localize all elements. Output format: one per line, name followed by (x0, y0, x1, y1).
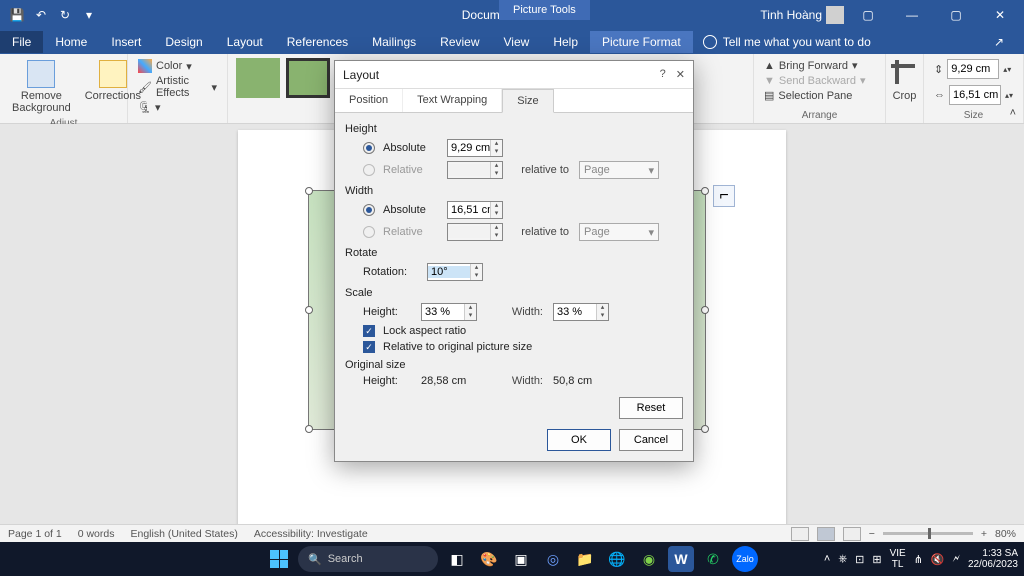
spin-up-icon[interactable]: ▴ (597, 304, 608, 312)
taskbar-search[interactable]: 🔍Search (298, 546, 438, 572)
zoom-in-icon[interactable]: + (981, 528, 987, 540)
width-absolute-input[interactable] (448, 204, 490, 216)
taskbar-app[interactable]: ▣ (508, 546, 534, 572)
lock-aspect-ratio-checkbox[interactable]: ✓ (363, 325, 375, 337)
orig-width-label: Width: (487, 375, 543, 387)
orig-width-value: 50,8 cm (553, 375, 592, 387)
absolute-label: Absolute (383, 142, 443, 154)
taskbar: 🔍Search ◧ 🎨 ▣ ◎ 📁 🌐 ◉ W ✆ Zalo ˄ ⎈ ⊡ ⊞ V… (0, 542, 1024, 576)
relative-to-label: relative to (513, 164, 569, 176)
absolute-label: Absolute (383, 204, 443, 216)
help-icon[interactable]: ? (660, 68, 666, 81)
original-size-heading: Original size (345, 355, 683, 373)
volume-icon[interactable]: 🔇 (931, 553, 945, 566)
start-button[interactable] (266, 546, 292, 572)
height-relative-input (448, 164, 490, 176)
whatsapp-icon[interactable]: ✆ (700, 546, 726, 572)
spin-down-icon[interactable]: ▾ (465, 312, 476, 320)
rotation-input[interactable] (428, 266, 470, 278)
relative-to-label: relative to (513, 226, 569, 238)
scale-width-label: Width: (487, 306, 543, 318)
page-indicator[interactable]: Page 1 of 1 (8, 528, 62, 540)
battery-icon[interactable]: 🗲 (953, 553, 960, 566)
width-absolute-radio[interactable] (363, 204, 375, 216)
zoom-level[interactable]: 80% (995, 528, 1016, 540)
scale-height-label: Height: (363, 306, 417, 318)
task-view-icon[interactable]: ◧ (444, 546, 470, 572)
scale-width-input[interactable] (554, 306, 596, 318)
tray-chevron-icon[interactable]: ˄ (824, 553, 830, 565)
clock[interactable]: 1:33 SA22/06/2023 (968, 548, 1018, 570)
relative-original-checkbox[interactable]: ✓ (363, 341, 375, 353)
word-icon[interactable]: W (668, 546, 694, 572)
width-relative-to-dropdown[interactable]: Page▾ (579, 223, 659, 241)
word-count[interactable]: 0 words (78, 528, 115, 540)
taskbar-app[interactable]: 🎨 (476, 546, 502, 572)
height-absolute-radio[interactable] (363, 142, 375, 154)
wifi-icon[interactable]: ⋔ (914, 553, 923, 566)
tab-size[interactable]: Size (502, 89, 553, 113)
cancel-button[interactable]: Cancel (619, 429, 683, 451)
taskbar-app[interactable]: ◉ (636, 546, 662, 572)
search-icon: 🔍 (308, 553, 322, 566)
spin-up-icon[interactable]: ▴ (491, 140, 502, 148)
tray-icon[interactable]: ⊞ (872, 553, 881, 566)
rotate-heading: Rotate (345, 243, 683, 261)
relative-label: Relative (383, 164, 443, 176)
tab-position[interactable]: Position (335, 89, 403, 112)
spin-up-icon[interactable]: ▴ (491, 202, 502, 210)
print-layout-icon[interactable] (817, 527, 835, 541)
scale-heading: Scale (345, 283, 683, 301)
taskbar-app[interactable]: ◎ (540, 546, 566, 572)
spin-down-icon[interactable]: ▾ (597, 312, 608, 320)
relative-original-label: Relative to original picture size (383, 341, 532, 353)
input-language[interactable]: VIETL (890, 548, 906, 570)
web-layout-icon[interactable] (843, 527, 861, 541)
scale-height-input[interactable] (422, 306, 464, 318)
statusbar: Page 1 of 1 0 words English (United Stat… (0, 524, 1024, 542)
width-heading: Width (345, 181, 683, 199)
height-relative-to-dropdown[interactable]: Page▾ (579, 161, 659, 179)
relative-label: Relative (383, 226, 443, 238)
height-absolute-input[interactable] (448, 142, 490, 154)
spin-down-icon[interactable]: ▾ (471, 272, 482, 280)
rotation-label: Rotation: (363, 266, 423, 278)
language-indicator[interactable]: English (United States) (130, 528, 237, 540)
ok-button[interactable]: OK (547, 429, 611, 451)
reset-button[interactable]: Reset (619, 397, 683, 419)
spin-down-icon[interactable]: ▾ (491, 148, 502, 156)
layout-dialog: Layout ? ✕ Position Text Wrapping Size H… (334, 60, 694, 462)
lock-aspect-label: Lock aspect ratio (383, 325, 466, 337)
tab-text-wrapping[interactable]: Text Wrapping (403, 89, 502, 112)
dialog-title: Layout (343, 68, 379, 82)
height-heading: Height (345, 119, 683, 137)
tray-icon[interactable]: ⎈ (838, 553, 847, 566)
read-mode-icon[interactable] (791, 527, 809, 541)
accessibility-indicator[interactable]: Accessibility: Investigate (254, 528, 368, 540)
tray-icon[interactable]: ⊡ (855, 553, 864, 566)
chrome-icon[interactable]: 🌐 (604, 546, 630, 572)
zoom-slider[interactable] (883, 532, 973, 535)
orig-height-label: Height: (363, 375, 417, 387)
close-icon[interactable]: ✕ (676, 68, 685, 81)
chevron-down-icon: ▾ (648, 164, 654, 177)
width-relative-radio[interactable] (363, 226, 375, 238)
height-relative-radio[interactable] (363, 164, 375, 176)
zalo-icon[interactable]: Zalo (732, 546, 758, 572)
chevron-down-icon: ▾ (648, 226, 654, 239)
spin-up-icon[interactable]: ▴ (465, 304, 476, 312)
spin-down-icon[interactable]: ▾ (491, 210, 502, 218)
zoom-out-icon[interactable]: − (869, 528, 875, 540)
orig-height-value: 28,58 cm (421, 375, 477, 387)
spin-up-icon[interactable]: ▴ (471, 264, 482, 272)
file-explorer-icon[interactable]: 📁 (572, 546, 598, 572)
width-relative-input (448, 226, 490, 238)
